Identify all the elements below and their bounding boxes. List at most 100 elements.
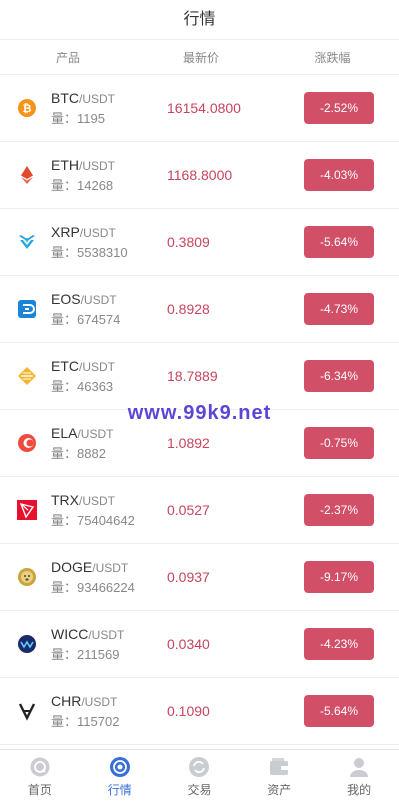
coin-names: XRP/USDT 量：5538310 [51, 223, 167, 261]
volume-value: 8882 [77, 446, 106, 461]
volume-label: 量： [51, 379, 78, 394]
tab-wallet[interactable]: 资产 [239, 750, 319, 803]
bottom-tab-bar: 首页 行情 交易 资产 我的 [0, 749, 399, 803]
trading-pair: BTC/USDT [51, 89, 167, 108]
coin-symbol: ETH [51, 157, 79, 173]
market-row-chr[interactable]: CHR/USDT 量：115702 0.1090 -5.64% [0, 678, 399, 745]
change-badge[interactable]: -9.17% [304, 561, 374, 593]
ela-icon [17, 433, 37, 453]
trx-icon [17, 500, 37, 520]
change-badge[interactable]: -5.64% [304, 695, 374, 727]
change-badge[interactable]: -0.75% [304, 427, 374, 459]
market-row-btc[interactable]: ₿ BTC/USDT 量：1195 16154.0800 -2.52% [0, 75, 399, 142]
change-badge[interactable]: -6.34% [304, 360, 374, 392]
coin-symbol: BTC [51, 90, 79, 106]
volume-label: 量： [51, 312, 78, 327]
trading-pair: DOGE/USDT [51, 558, 167, 577]
tab-home[interactable]: 首页 [0, 750, 80, 803]
quote-currency: /USDT [80, 293, 117, 307]
btc-icon: ₿ [17, 98, 37, 118]
quote-currency: /USDT [79, 92, 115, 106]
latest-price: 0.3809 [167, 234, 210, 250]
volume-value: 46363 [77, 379, 114, 394]
market-row-eth[interactable]: ETH/USDT 量：14268 1168.8000 -4.03% [0, 142, 399, 209]
latest-price: 0.0527 [167, 502, 210, 518]
market-row-wicc[interactable]: WICC/USDT 量：211569 0.0340 -4.23% [0, 611, 399, 678]
latest-price: 1.0892 [167, 435, 210, 451]
tab-market[interactable]: 行情 [80, 750, 160, 803]
coin-names: TRX/USDT 量：75404642 [51, 491, 167, 529]
coin-names: ETH/USDT 量：14268 [51, 156, 167, 194]
coin-names: ELA/USDT 量：8882 [51, 424, 167, 462]
trading-pair: EOS/USDT [51, 290, 167, 309]
tab-user[interactable]: 我的 [319, 750, 399, 803]
market-row-xrp[interactable]: XRP/USDT 量：5538310 0.3809 -5.64% [0, 209, 399, 276]
change-badge[interactable]: -4.23% [304, 628, 374, 660]
tab-label: 交易 [187, 782, 212, 797]
trading-pair: ELA/USDT [51, 424, 167, 443]
coin-symbol: WICC [51, 626, 89, 642]
doge-icon [17, 567, 37, 587]
change-badge[interactable]: -2.37% [304, 494, 374, 526]
eos-icon [17, 299, 37, 319]
coin-names: ETC/USDT 量：46363 [51, 357, 167, 395]
volume-label: 量： [51, 714, 78, 729]
trading-pair: TRX/USDT [51, 491, 167, 510]
latest-price: 0.0937 [167, 569, 210, 585]
trade-icon [188, 756, 210, 778]
change-badge[interactable]: -2.52% [304, 92, 374, 124]
market-row-doge[interactable]: DOGE/USDT 量：93466224 0.0937 -9.17% [0, 544, 399, 611]
coin-names: DOGE/USDT 量：93466224 [51, 558, 167, 596]
change-badge[interactable]: -4.03% [304, 159, 374, 191]
market-row-etc[interactable]: ETC/USDT 量：46363 18.7889 -6.34% [0, 343, 399, 410]
coin-symbol: DOGE [51, 559, 93, 575]
etc-icon [17, 366, 37, 386]
market-row-eos[interactable]: EOS/USDT 量：674574 0.8928 -4.73% [0, 276, 399, 343]
coin-symbol: TRX [51, 492, 79, 508]
volume-label: 量： [51, 446, 78, 461]
tab-label: 首页 [27, 782, 52, 797]
volume-value: 1195 [77, 111, 105, 126]
volume-label: 量： [51, 178, 78, 193]
change-badge[interactable]: -4.73% [304, 293, 374, 325]
tab-label: 资产 [267, 782, 292, 797]
xrp-icon [17, 232, 37, 252]
latest-price: 0.8928 [167, 301, 210, 317]
user-icon [348, 756, 370, 778]
wallet-icon [268, 756, 290, 778]
coin-symbol: XRP [51, 224, 80, 240]
change-badge[interactable]: -5.64% [304, 226, 374, 258]
coin-symbol: EOS [51, 291, 81, 307]
coin-names: EOS/USDT 量：674574 [51, 290, 167, 328]
volume-value: 5538310 [77, 245, 128, 260]
column-change: 涨跌幅 [314, 50, 351, 65]
tab-trade[interactable]: 交易 [160, 750, 240, 803]
volume-label: 量： [51, 111, 78, 126]
volume-value: 93466224 [77, 580, 135, 595]
quote-currency: /USDT [79, 360, 115, 374]
volume-value: 14268 [77, 178, 114, 193]
market-icon [109, 756, 131, 778]
column-header: 产品 最新价 涨跌幅 [0, 40, 399, 75]
quote-currency: /USDT [77, 427, 114, 441]
volume: 量：8882 [51, 446, 167, 462]
coin-symbol: ELA [51, 425, 78, 441]
coin-names: WICC/USDT 量：211569 [51, 625, 167, 663]
volume-value: 75404642 [77, 513, 135, 528]
volume-value: 674574 [77, 312, 121, 327]
volume: 量：211569 [51, 647, 167, 663]
market-row-trx[interactable]: TRX/USDT 量：75404642 0.0527 -2.37% [0, 477, 399, 544]
page-title: 行情 [0, 0, 399, 40]
trading-pair: ETH/USDT [51, 156, 167, 175]
column-product: 产品 [55, 50, 80, 65]
coin-symbol: ETC [51, 358, 79, 374]
volume: 量：1195 [51, 111, 167, 127]
trading-pair: ETC/USDT [51, 357, 167, 376]
watermark: www.99k9.net [127, 402, 272, 424]
latest-price: 0.0340 [167, 636, 210, 652]
coin-names: CHR/USDT 量：115702 [51, 692, 167, 730]
volume-value: 211569 [77, 647, 120, 662]
eth-icon [17, 165, 37, 185]
latest-price: 0.1090 [167, 703, 210, 719]
trading-pair: WICC/USDT [51, 625, 167, 644]
